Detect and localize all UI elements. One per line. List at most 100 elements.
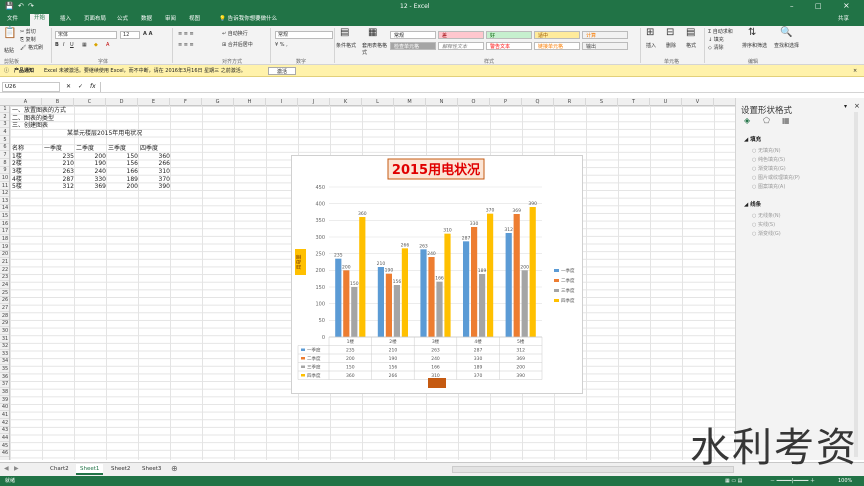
table-format-icon[interactable]: ▦ bbox=[368, 28, 377, 38]
pane-radio-option[interactable]: ○ 图案填充(A) bbox=[752, 183, 785, 190]
style-output[interactable]: 输出 bbox=[582, 42, 628, 50]
save-icon[interactable]: 💾 bbox=[5, 2, 14, 10]
column-header[interactable]: A bbox=[10, 98, 42, 106]
italic-button[interactable]: I bbox=[63, 42, 64, 49]
column-header[interactable]: E bbox=[138, 98, 170, 106]
formula-input[interactable] bbox=[100, 82, 860, 92]
zoom-slider[interactable]: － ━━━━━|━━━━━ ＋ bbox=[770, 476, 815, 486]
bar[interactable] bbox=[359, 217, 366, 337]
next-sheet-icon[interactable]: ▶ bbox=[14, 465, 19, 472]
row-header[interactable]: 43 bbox=[0, 427, 9, 435]
font-size-select[interactable]: 12 bbox=[120, 31, 140, 39]
row-header[interactable]: 22 bbox=[0, 267, 9, 274]
row-header[interactable]: 12 bbox=[0, 190, 9, 198]
row-header[interactable]: 10 bbox=[0, 175, 9, 182]
close-message-icon[interactable]: × bbox=[853, 65, 857, 77]
column-header[interactable]: Q bbox=[522, 98, 554, 106]
row-header[interactable]: 36 bbox=[0, 374, 9, 381]
tab-data[interactable]: 数据 bbox=[137, 15, 156, 24]
view-icons[interactable]: ▦ ▭ ▤ bbox=[725, 476, 742, 486]
row-header[interactable]: 4 bbox=[0, 129, 9, 136]
tell-me-search[interactable]: 💡 告诉我你想要做什么 bbox=[215, 15, 281, 24]
clear-button[interactable]: ◇ 清除 bbox=[708, 45, 723, 52]
sort-filter-button[interactable]: 排序和筛选 bbox=[742, 43, 767, 50]
bar[interactable] bbox=[513, 214, 520, 337]
row-header[interactable]: 37 bbox=[0, 381, 9, 389]
conditional-format-icon[interactable]: ▤ bbox=[340, 28, 349, 38]
style-check-cell[interactable]: 检查单元格 bbox=[390, 42, 436, 50]
bar[interactable] bbox=[471, 227, 478, 337]
row-header[interactable]: 46 bbox=[0, 450, 9, 458]
effects-icon[interactable]: ⬠ bbox=[763, 116, 770, 125]
style-linked-cell[interactable]: 链接单元格 bbox=[534, 42, 580, 50]
row-header[interactable]: 35 bbox=[0, 366, 9, 374]
bar[interactable] bbox=[377, 267, 384, 337]
row-header[interactable]: 14 bbox=[0, 205, 9, 213]
row-header[interactable]: 1 bbox=[0, 106, 9, 113]
fill-button[interactable]: ↓ 填充 bbox=[708, 37, 724, 44]
pane-close-icon[interactable]: × bbox=[854, 102, 860, 110]
fill-line-icon[interactable]: ◈ bbox=[744, 116, 750, 125]
pane-options-icon[interactable]: ▾ bbox=[844, 103, 847, 110]
bar[interactable] bbox=[335, 258, 342, 337]
row-header[interactable]: 15 bbox=[0, 213, 9, 221]
column-header[interactable]: S bbox=[586, 98, 618, 106]
bar[interactable] bbox=[385, 273, 392, 337]
row-header[interactable]: 6 bbox=[0, 144, 9, 152]
column-header[interactable]: H bbox=[234, 98, 266, 106]
tab-review[interactable]: 审阅 bbox=[161, 15, 180, 24]
paste-icon[interactable]: 📋 bbox=[3, 27, 17, 38]
tab-page-layout[interactable]: 页面布局 bbox=[80, 15, 110, 24]
delete-cells-icon[interactable]: ⊟ bbox=[666, 28, 674, 38]
bar[interactable] bbox=[393, 285, 400, 337]
zoom-level[interactable]: 100% bbox=[838, 476, 852, 486]
prev-sheet-icon[interactable]: ◀ bbox=[4, 465, 9, 472]
find-select-button[interactable]: 查找和选择 bbox=[774, 43, 799, 50]
style-good[interactable]: 好 bbox=[486, 31, 532, 39]
row-header[interactable]: 40 bbox=[0, 404, 9, 412]
maximize-icon[interactable]: □ bbox=[815, 2, 822, 10]
pane-radio-option[interactable]: ○ 图片或纹理填充(P) bbox=[752, 174, 800, 181]
row-header[interactable]: 31 bbox=[0, 336, 9, 343]
row-header[interactable]: 33 bbox=[0, 351, 9, 358]
insert-cells-icon[interactable]: ⊞ bbox=[646, 28, 654, 38]
sort-filter-icon[interactable]: ⇅ bbox=[748, 28, 756, 38]
copy-button[interactable]: ⎘ 复制 bbox=[20, 37, 36, 44]
row-header[interactable]: 16 bbox=[0, 221, 9, 228]
number-format-select[interactable]: 常规 bbox=[275, 31, 333, 39]
row-header[interactable]: 11 bbox=[0, 183, 9, 190]
tab-insert[interactable]: 插入 bbox=[56, 15, 75, 24]
row-header[interactable]: 29 bbox=[0, 320, 9, 328]
column-header[interactable]: G bbox=[202, 98, 234, 106]
row-header[interactable]: 26 bbox=[0, 297, 9, 305]
row-header[interactable]: 45 bbox=[0, 443, 9, 450]
column-header[interactable]: M bbox=[394, 98, 426, 106]
sheet-tab-sheet1[interactable]: Sheet1 bbox=[76, 464, 104, 475]
row-header[interactable]: 25 bbox=[0, 290, 9, 297]
row-header[interactable]: 41 bbox=[0, 412, 9, 419]
column-header[interactable]: O bbox=[458, 98, 490, 106]
row-header[interactable]: 2 bbox=[0, 114, 9, 121]
pane-radio-option[interactable]: ○ 渐变线(G) bbox=[752, 230, 781, 237]
cut-button[interactable]: ✂ 剪切 bbox=[20, 29, 36, 36]
enter-icon[interactable]: ✓ bbox=[78, 83, 83, 90]
format-cells-button[interactable]: 格式 bbox=[686, 43, 696, 50]
row-header[interactable]: 17 bbox=[0, 228, 9, 236]
bar[interactable] bbox=[479, 274, 486, 337]
row-header[interactable]: 24 bbox=[0, 282, 9, 289]
redo-icon[interactable]: ↷ bbox=[28, 2, 34, 10]
sheet-tab-sheet3[interactable]: Sheet3 bbox=[138, 464, 165, 475]
row-header[interactable]: 13 bbox=[0, 198, 9, 205]
sheet-tab-sheet2[interactable]: Sheet2 bbox=[107, 464, 134, 475]
share-button[interactable]: 共享 bbox=[834, 15, 853, 24]
style-warning[interactable]: 警告文本 bbox=[486, 42, 532, 50]
font-grow-icon[interactable]: A A bbox=[143, 31, 152, 38]
column-header[interactable]: L bbox=[362, 98, 394, 106]
style-explanatory[interactable]: 解释性文本 bbox=[438, 42, 484, 50]
bar[interactable] bbox=[351, 287, 358, 337]
column-header[interactable]: U bbox=[650, 98, 682, 106]
format-painter-button[interactable]: 🖌 格式刷 bbox=[20, 45, 43, 52]
align-top-icon[interactable]: ≡ ≡ ≡ bbox=[178, 31, 194, 38]
minimize-icon[interactable]: – bbox=[790, 2, 794, 10]
name-box[interactable]: U26 bbox=[2, 82, 60, 92]
